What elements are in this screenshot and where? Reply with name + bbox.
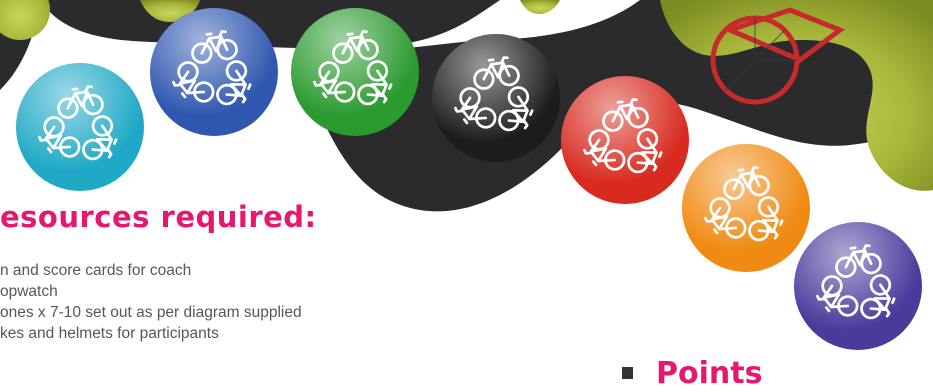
badge-turquoise [16,63,144,191]
points-marker [622,367,633,379]
badge-red [561,76,689,204]
list-item: opwatch [0,283,58,300]
resource-list: n and score cards for coach opwatch ones… [0,260,302,344]
list-item: ones x 7-10 set out as per diagram suppl… [0,304,302,321]
badge-black [432,34,560,162]
points-heading: Points [656,356,763,391]
list-item: n and score cards for coach [0,262,192,279]
list-item: kes and helmets for participants [0,325,219,342]
badge-purple [794,222,922,350]
resources-heading: esources required: [0,200,317,234]
badge-green [291,8,419,136]
badge-blue [150,8,278,136]
badge-orange [682,144,810,272]
